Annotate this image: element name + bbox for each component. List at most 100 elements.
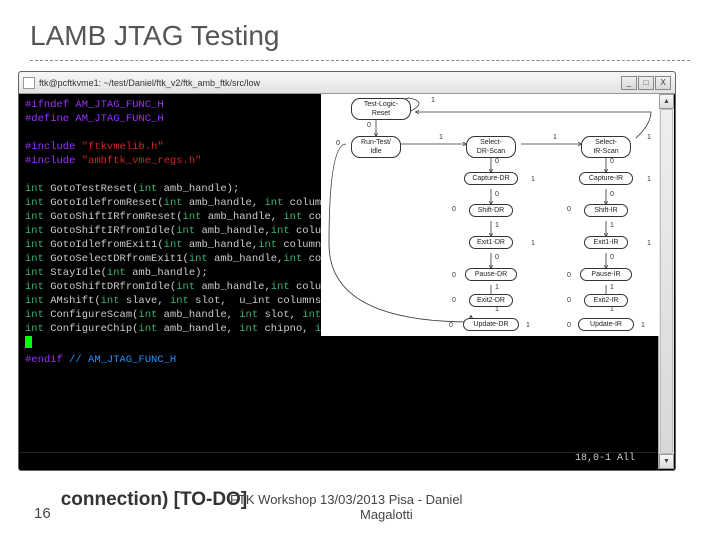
- code-line: int: [164, 197, 183, 209]
- edge-0: 0: [495, 191, 499, 198]
- state-e1ir: Exit1-IR: [584, 236, 628, 249]
- jtag-state-diagram: Test-Logic-Reset Run-Test/Idle Select-DR…: [321, 94, 659, 336]
- code-line: int: [164, 239, 183, 251]
- code-line: #endif: [25, 354, 63, 366]
- code-line: // AM_JTAG_FUNC_H: [63, 354, 176, 366]
- edge-0: 0: [567, 297, 571, 304]
- scroll-up-icon[interactable]: ▲: [659, 94, 674, 109]
- code-line: ConfigureScam(: [44, 309, 139, 321]
- edge-1: 1: [526, 322, 530, 329]
- edge-1: 1: [531, 240, 535, 247]
- credit-line: FTK Workshop 13/03/2013 Pisa - Daniel: [230, 492, 462, 507]
- code-line: amb_handle);: [157, 183, 239, 195]
- page-number: 16: [34, 505, 51, 522]
- edge-0: 0: [452, 206, 456, 213]
- state-sdr: Select-DR-Scan: [466, 136, 516, 158]
- code-line: GotoIdlefromReset(: [44, 197, 164, 209]
- edge-0: 0: [567, 322, 571, 329]
- code-line: #ifndef AM_JTAG_FUNC_H: [25, 99, 164, 111]
- edge-0: 0: [567, 206, 571, 213]
- vim-statusbar: 18,0-1 All: [19, 452, 675, 468]
- edge-0: 0: [367, 122, 371, 129]
- edge-1: 1: [647, 134, 651, 141]
- state-udr: Update-DR: [463, 318, 519, 331]
- code-line: amb_handle,: [208, 253, 284, 265]
- edge-1: 1: [647, 240, 651, 247]
- code-line: amb_handle);: [126, 267, 208, 279]
- code-line: int: [176, 225, 195, 237]
- code-line: slot,: [258, 309, 302, 321]
- code-line: int: [283, 253, 302, 265]
- state-sir: Select-IR-Scan: [581, 136, 631, 158]
- code-line: int: [25, 183, 44, 195]
- code-line: int: [25, 295, 44, 307]
- window-title: ftk@pcftkvme1: ~/test/Daniel/ftk_v2/ftk_…: [39, 78, 621, 88]
- close-button[interactable]: X: [655, 76, 671, 90]
- scrollbar-track[interactable]: [659, 109, 674, 454]
- state-pir: Pause-IR: [580, 268, 632, 281]
- slide-title: LAMB JTAG Testing: [30, 20, 690, 52]
- edge-1: 1: [495, 284, 499, 291]
- code-line: int: [283, 211, 302, 223]
- code-line: #include: [25, 141, 82, 153]
- edge-0: 0: [567, 272, 571, 279]
- code-line: int: [264, 197, 283, 209]
- code-line: int: [239, 309, 258, 321]
- edge-1: 1: [495, 306, 499, 313]
- title-separator: [30, 60, 690, 61]
- state-cdr: Capture-DR: [464, 172, 518, 185]
- state-e1dr: Exit1-DR: [469, 236, 513, 249]
- edge-0: 0: [610, 254, 614, 261]
- code-line: int: [138, 183, 157, 195]
- code-line: GotoSelectDRfromExit1(: [44, 253, 189, 265]
- code-line: int: [138, 323, 157, 335]
- edge-0: 0: [449, 322, 453, 329]
- code-line: int: [25, 211, 44, 223]
- code-line: int: [25, 239, 44, 251]
- terminal-window: ftk@pcftkvme1: ~/test/Daniel/ftk_v2/ftk_…: [18, 71, 676, 471]
- code-line: int: [25, 253, 44, 265]
- code-line: int: [107, 267, 126, 279]
- code-line: GotoShiftIRfromReset(: [44, 211, 183, 223]
- code-line: int: [25, 323, 44, 335]
- code-line: GotoIdlefromExit1(: [44, 239, 164, 251]
- code-line: AMshift(: [44, 295, 101, 307]
- edge-0: 0: [336, 140, 340, 147]
- code-line: int: [170, 295, 189, 307]
- maximize-button[interactable]: □: [638, 76, 654, 90]
- window-icon: [23, 77, 35, 89]
- edge-1: 1: [610, 306, 614, 313]
- code-line: amb_handle,: [195, 225, 271, 237]
- code-line: "ftkvmelib.h": [82, 141, 164, 153]
- scroll-down-icon[interactable]: ▼: [659, 454, 674, 469]
- code-line: chipno,: [258, 323, 315, 335]
- code-line: amb_handle,: [201, 211, 283, 223]
- edge-0: 0: [495, 158, 499, 165]
- code-line: int: [183, 211, 202, 223]
- status-right: 18,0-1 All: [575, 453, 635, 468]
- edge-1: 1: [431, 97, 435, 104]
- scrollbar[interactable]: ▲ ▼: [658, 94, 674, 469]
- slide-credit: FTK Workshop 13/03/2013 Pisa - Daniel Ma…: [230, 492, 462, 522]
- code-line: "ambftk_vme_regs.h": [82, 155, 202, 167]
- scrollbar-thumb[interactable]: [660, 109, 673, 454]
- minimize-button[interactable]: _: [621, 76, 637, 90]
- code-line: int: [25, 225, 44, 237]
- state-tlr: Test-Logic-Reset: [351, 98, 411, 120]
- state-cir: Capture-IR: [579, 172, 633, 185]
- code-line: GotoShiftIRfromIdle(: [44, 225, 176, 237]
- code-line: int: [271, 281, 290, 293]
- edge-1: 1: [641, 322, 645, 329]
- cursor: [25, 336, 32, 348]
- state-uir: Update-IR: [578, 318, 634, 331]
- code-line: int: [271, 225, 290, 237]
- code-line: int: [101, 295, 120, 307]
- edge-0: 0: [495, 254, 499, 261]
- titlebar: ftk@pcftkvme1: ~/test/Daniel/ftk_v2/ftk_…: [19, 72, 675, 94]
- edge-0: 0: [452, 297, 456, 304]
- code-line: int: [138, 309, 157, 321]
- code-line: int: [189, 253, 208, 265]
- edge-1: 1: [610, 222, 614, 229]
- code-line: int: [176, 281, 195, 293]
- edge-1: 1: [647, 176, 651, 183]
